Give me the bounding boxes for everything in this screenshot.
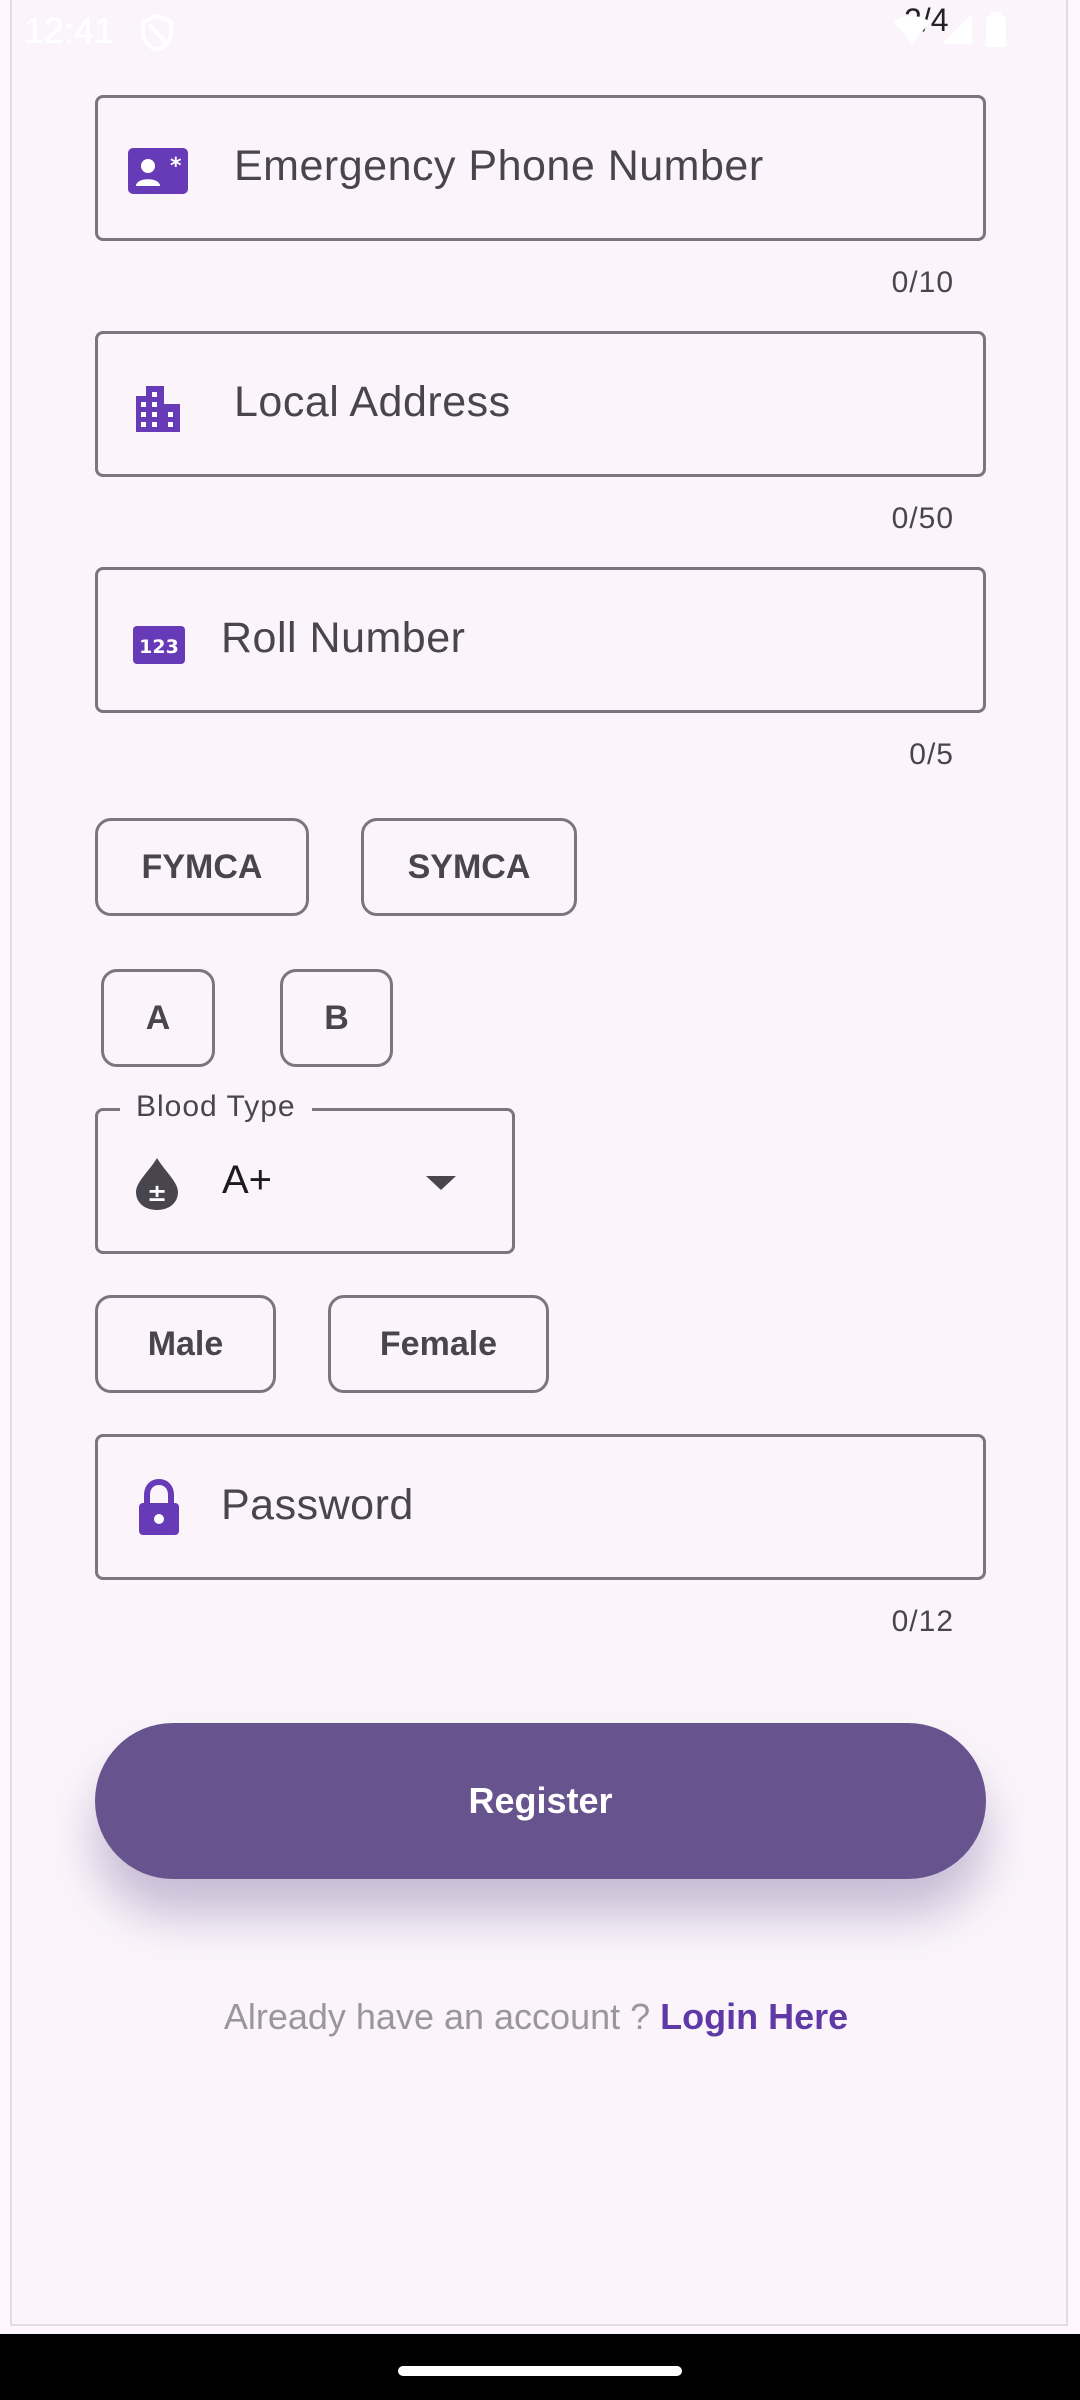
emergency-phone-field[interactable]: * Emergency Phone Number bbox=[95, 95, 986, 241]
emergency-phone-label: Emergency Phone Number bbox=[234, 142, 764, 190]
register-button[interactable]: Register bbox=[95, 1723, 986, 1879]
apartment-icon bbox=[136, 386, 180, 432]
home-gesture-handle[interactable] bbox=[398, 2366, 682, 2376]
svg-text:*: * bbox=[170, 154, 182, 179]
dropdown-arrow-icon[interactable] bbox=[424, 1174, 458, 1192]
login-prompt-text: Already have an account ? bbox=[223, 1996, 661, 2037]
lock-icon bbox=[139, 1479, 179, 1535]
contact-card-icon: * bbox=[128, 148, 188, 194]
roll-number-label: Roll Number bbox=[221, 614, 466, 662]
numbers-123-icon: 123 bbox=[133, 626, 185, 664]
status-time: 12:41 bbox=[24, 10, 115, 51]
signal-icon bbox=[942, 14, 972, 44]
password-field[interactable]: Password bbox=[95, 1434, 986, 1580]
roll-number-counter: 0/5 bbox=[909, 738, 954, 771]
chip-division-a[interactable]: A bbox=[101, 969, 215, 1067]
password-counter: 0/12 bbox=[891, 1605, 954, 1638]
svg-text:±: ± bbox=[147, 1179, 167, 1207]
local-address-label: Local Address bbox=[234, 378, 511, 426]
password-label: Password bbox=[221, 1481, 414, 1529]
status-bar: 12:41 2/4 bbox=[0, 0, 1080, 62]
svg-text:123: 123 bbox=[139, 636, 179, 658]
chip-division-b[interactable]: B bbox=[280, 969, 393, 1067]
blood-type-label: Blood Type bbox=[120, 1090, 312, 1124]
wifi-icon bbox=[894, 16, 930, 44]
login-prompt-row: Already have an account ? Login Here bbox=[0, 1996, 1072, 2038]
roll-number-field[interactable]: 123 Roll Number bbox=[95, 567, 986, 713]
local-address-field[interactable]: Local Address bbox=[95, 331, 986, 477]
local-address-counter: 0/50 bbox=[891, 502, 954, 535]
battery-icon bbox=[986, 12, 1006, 47]
chip-fymca[interactable]: FYMCA bbox=[95, 818, 309, 916]
screen: 12:41 2/4 * Emergency Phone Number 0/10 bbox=[0, 0, 1080, 2400]
chip-male[interactable]: Male bbox=[95, 1295, 276, 1393]
shield-icon bbox=[141, 14, 173, 52]
blood-drop-icon: ± bbox=[136, 1158, 178, 1210]
chip-symca[interactable]: SYMCA bbox=[361, 818, 577, 916]
login-link[interactable]: Login Here bbox=[660, 1996, 848, 2037]
blood-type-value: A+ bbox=[222, 1158, 273, 1202]
chip-female[interactable]: Female bbox=[328, 1295, 549, 1393]
navigation-bar bbox=[0, 2334, 1080, 2400]
emergency-phone-counter: 0/10 bbox=[891, 266, 954, 299]
